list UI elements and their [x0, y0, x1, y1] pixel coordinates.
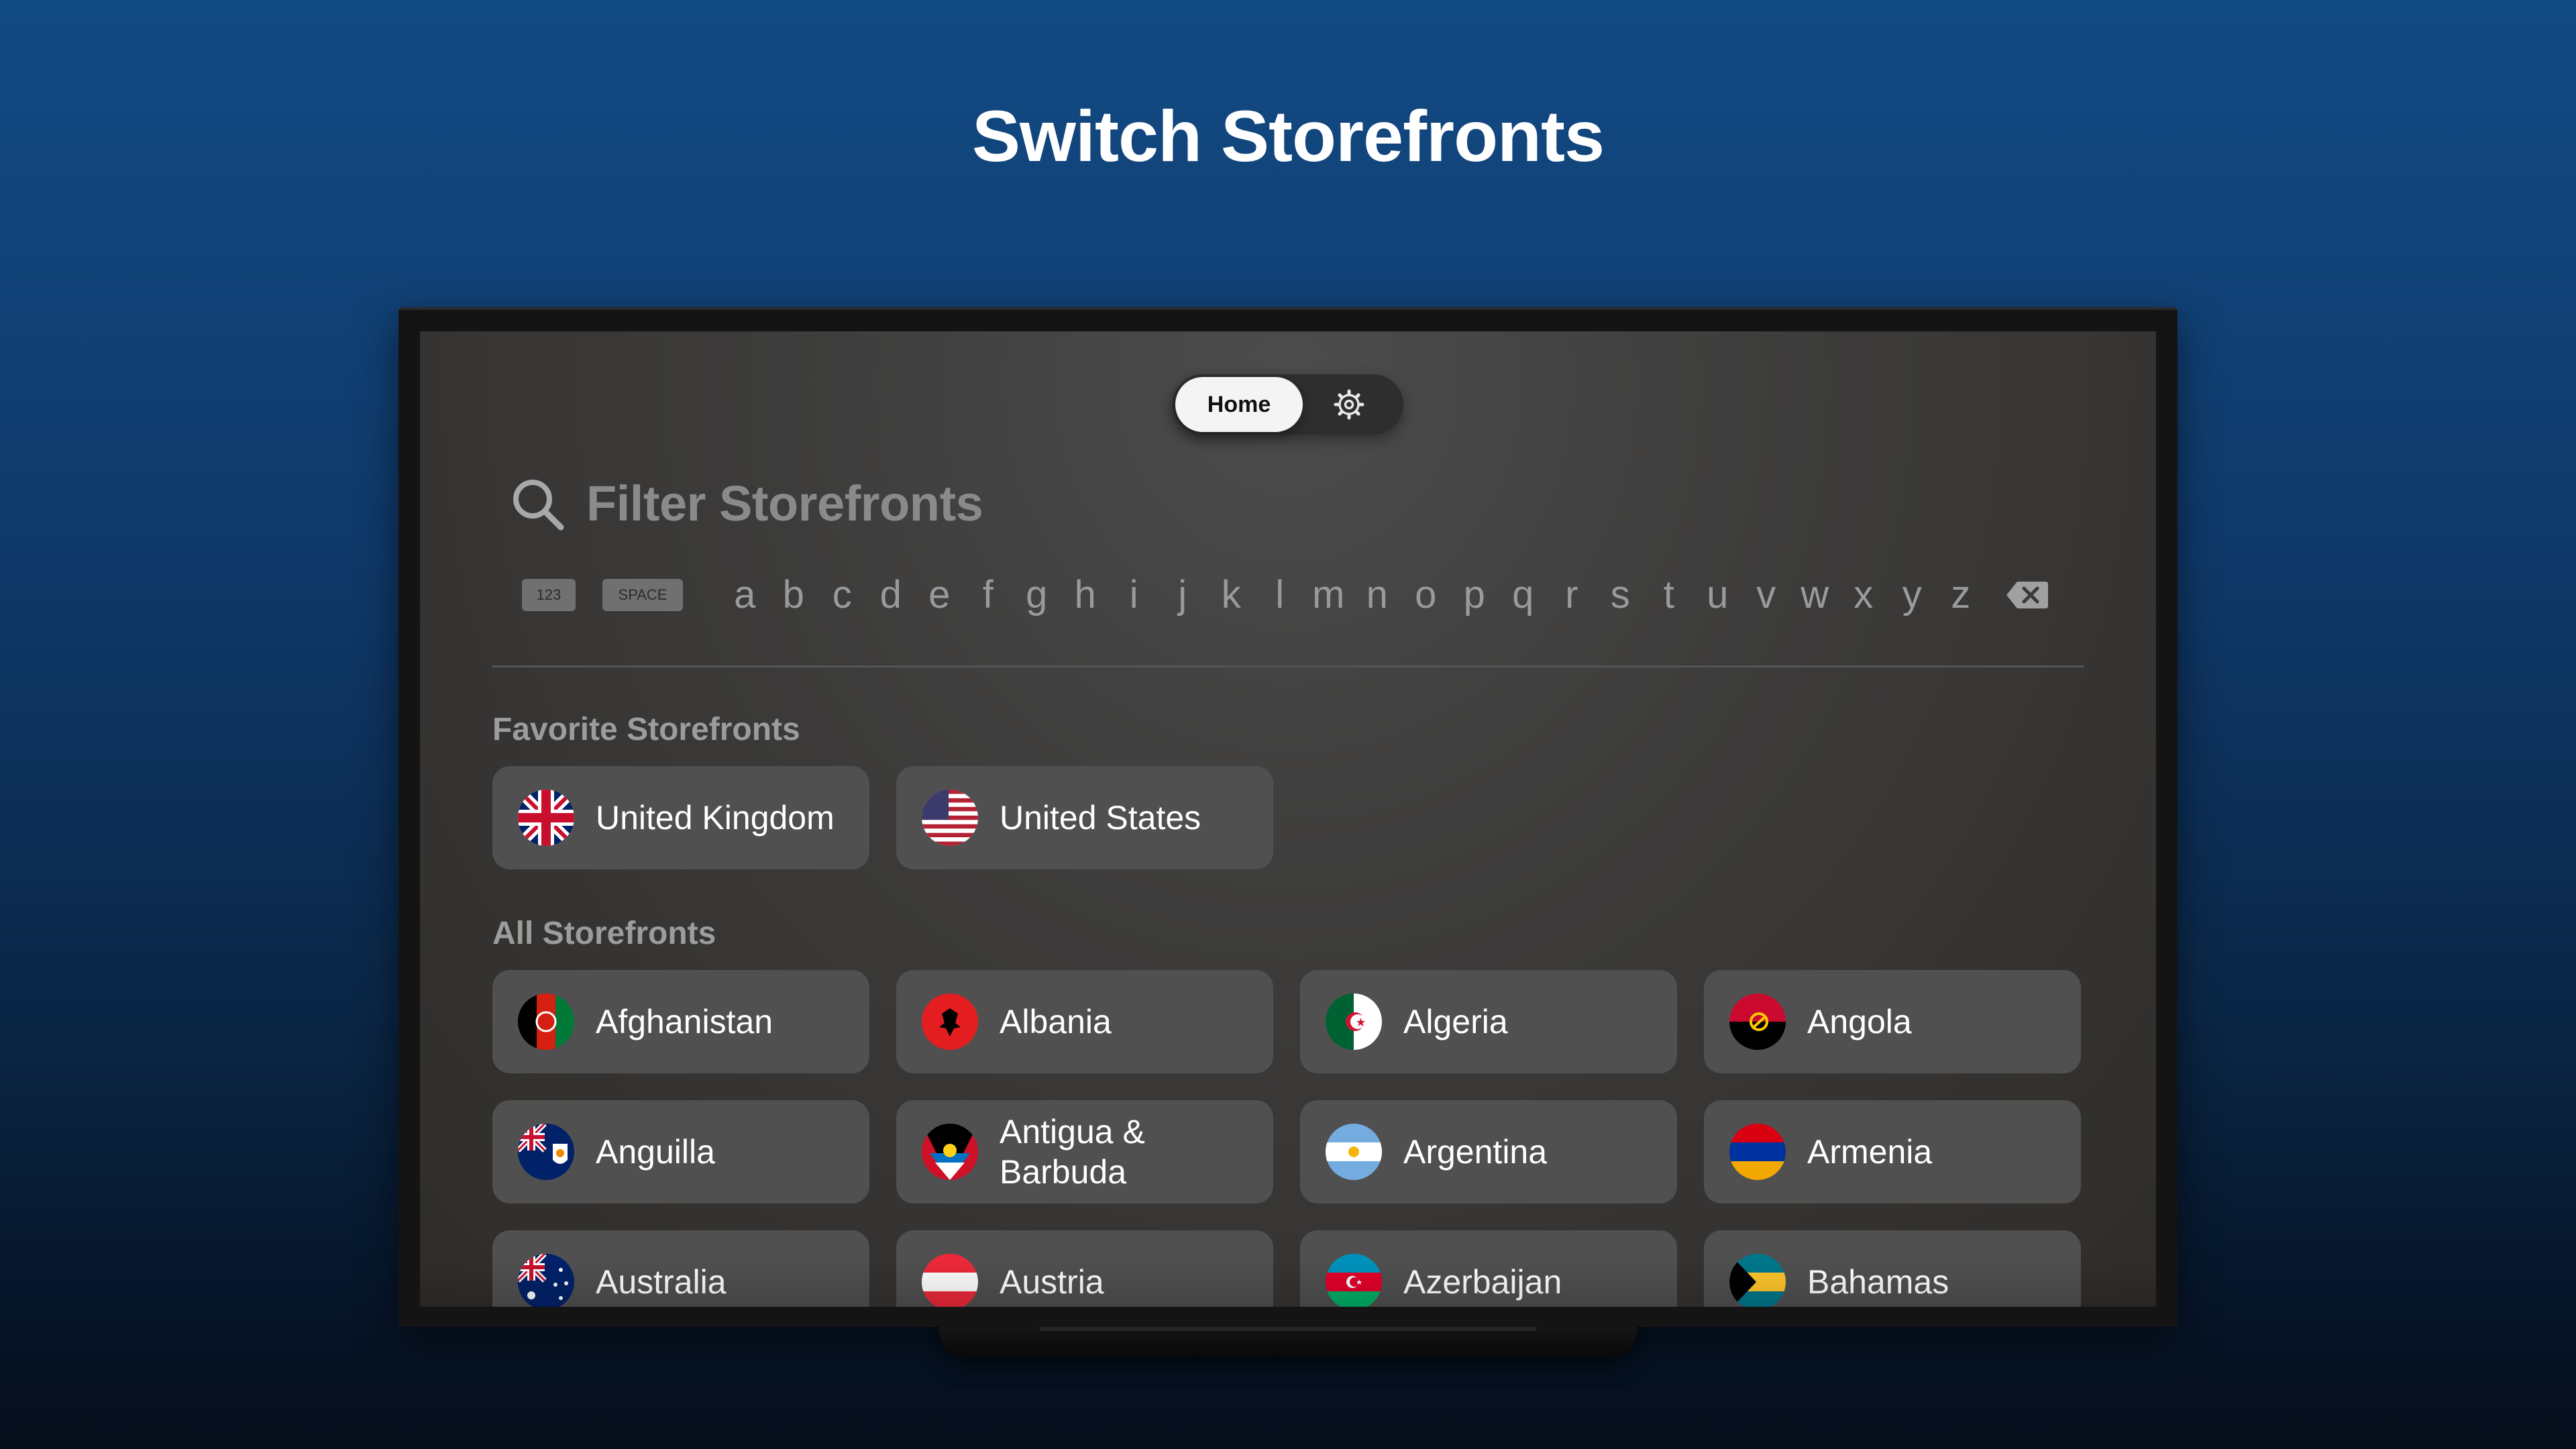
all-storefronts-title: All Storefronts	[492, 916, 716, 951]
storefront-label: United States	[1000, 799, 1201, 837]
letter-key-r[interactable]: r	[1548, 572, 1597, 619]
storefront-label: Albania	[1000, 1003, 1112, 1040]
flag-ar-icon	[1326, 1124, 1382, 1180]
letter-key-j[interactable]: j	[1159, 572, 1208, 619]
letter-key-z[interactable]: z	[1937, 572, 1986, 619]
letter-key-m[interactable]: m	[1304, 572, 1353, 619]
flag-ai-icon	[518, 1124, 574, 1180]
letter-key-g[interactable]: g	[1012, 572, 1061, 619]
scroll-fade	[420, 1257, 2156, 1307]
top-nav: Home	[1173, 374, 1403, 435]
letter-key-p[interactable]: p	[1450, 572, 1499, 619]
storefront-label: Antigua & Barbuda	[1000, 1113, 1145, 1191]
numbers-key[interactable]: 123	[522, 579, 576, 611]
letter-key-y[interactable]: y	[1888, 572, 1937, 619]
letter-key-l[interactable]: l	[1256, 572, 1305, 619]
flag-ao-icon	[1729, 994, 1786, 1050]
storefront-card-gb[interactable]: United Kingdom	[492, 766, 869, 869]
letter-key-x[interactable]: x	[1839, 572, 1888, 619]
letter-key-o[interactable]: o	[1401, 572, 1450, 619]
search-input[interactable]: Filter Storefronts	[586, 474, 1391, 534]
letter-key-b[interactable]: b	[769, 572, 818, 619]
storefront-label: Argentina	[1403, 1133, 1548, 1171]
storefront-label: Anguilla	[596, 1133, 715, 1171]
storefront-card-af[interactable]: Afghanistan	[492, 970, 869, 1073]
onscreen-keyboard: 123 SPACE abcdefghijklmnopqrstuvwxyz	[522, 572, 2092, 619]
storefront-label: United Kingdom	[596, 799, 835, 837]
storefront-card-ar[interactable]: Argentina	[1300, 1100, 1677, 1203]
storefront-card-ag[interactable]: Antigua & Barbuda	[896, 1100, 1273, 1203]
letter-key-c[interactable]: c	[818, 572, 867, 619]
flag-al-icon	[922, 994, 978, 1050]
storefront-label: Afghanistan	[596, 1003, 773, 1040]
flag-af-icon	[518, 994, 574, 1050]
storefront-label: Algeria	[1403, 1003, 1508, 1040]
divider	[492, 665, 2084, 667]
favorites-title: Favorite Storefronts	[492, 712, 800, 747]
letter-key-h[interactable]: h	[1061, 572, 1110, 619]
letter-key-n[interactable]: n	[1353, 572, 1402, 619]
tv-screen: Home Filter Storefronts 123 SPACE a b c …	[420, 331, 2156, 1307]
tab-home[interactable]: Home	[1175, 377, 1303, 432]
storefront-card-dz[interactable]: Algeria	[1300, 970, 1677, 1073]
flag-us-icon	[922, 790, 978, 846]
storefront-label: Angola	[1807, 1003, 1912, 1040]
letter-key-w[interactable]: w	[1790, 572, 1839, 619]
letter-key-f[interactable]: f	[964, 572, 1013, 619]
letter-keys: abcdefghijklmnopqrstuvwxyz	[720, 572, 1985, 619]
letter-key-d[interactable]: d	[867, 572, 916, 619]
letter-key-a[interactable]: a	[720, 572, 769, 619]
letter-key-e[interactable]: e	[915, 572, 964, 619]
space-key[interactable]: SPACE	[602, 579, 683, 611]
letter-key-v[interactable]: v	[1742, 572, 1791, 619]
storefront-card-al[interactable]: Albania	[896, 970, 1273, 1073]
flag-am-icon	[1729, 1124, 1786, 1180]
storefront-label: Armenia	[1807, 1133, 1933, 1171]
storefront-card-us[interactable]: United States	[896, 766, 1273, 869]
storefront-card-ao[interactable]: Angola	[1704, 970, 2081, 1073]
flag-dz-icon	[1326, 994, 1382, 1050]
storefront-card-ai[interactable]: Anguilla	[492, 1100, 869, 1203]
flag-gb-icon	[518, 790, 574, 846]
letter-key-t[interactable]: t	[1645, 572, 1694, 619]
backspace-icon[interactable]	[2005, 579, 2049, 611]
tv-frame: Home Filter Storefronts 123 SPACE a b c …	[398, 307, 2178, 1327]
letter-key-i[interactable]: i	[1110, 572, 1159, 619]
page-headline: Switch Storefronts	[971, 95, 1605, 176]
storefront-card-am[interactable]: Armenia	[1704, 1100, 2081, 1203]
gear-icon[interactable]	[1334, 389, 1364, 420]
letter-key-q[interactable]: q	[1499, 572, 1548, 619]
letter-key-u[interactable]: u	[1693, 572, 1742, 619]
letter-key-s[interactable]: s	[1596, 572, 1645, 619]
flag-ag-icon	[922, 1124, 978, 1180]
search-icon	[510, 476, 566, 533]
letter-key-k[interactable]: k	[1207, 572, 1256, 619]
